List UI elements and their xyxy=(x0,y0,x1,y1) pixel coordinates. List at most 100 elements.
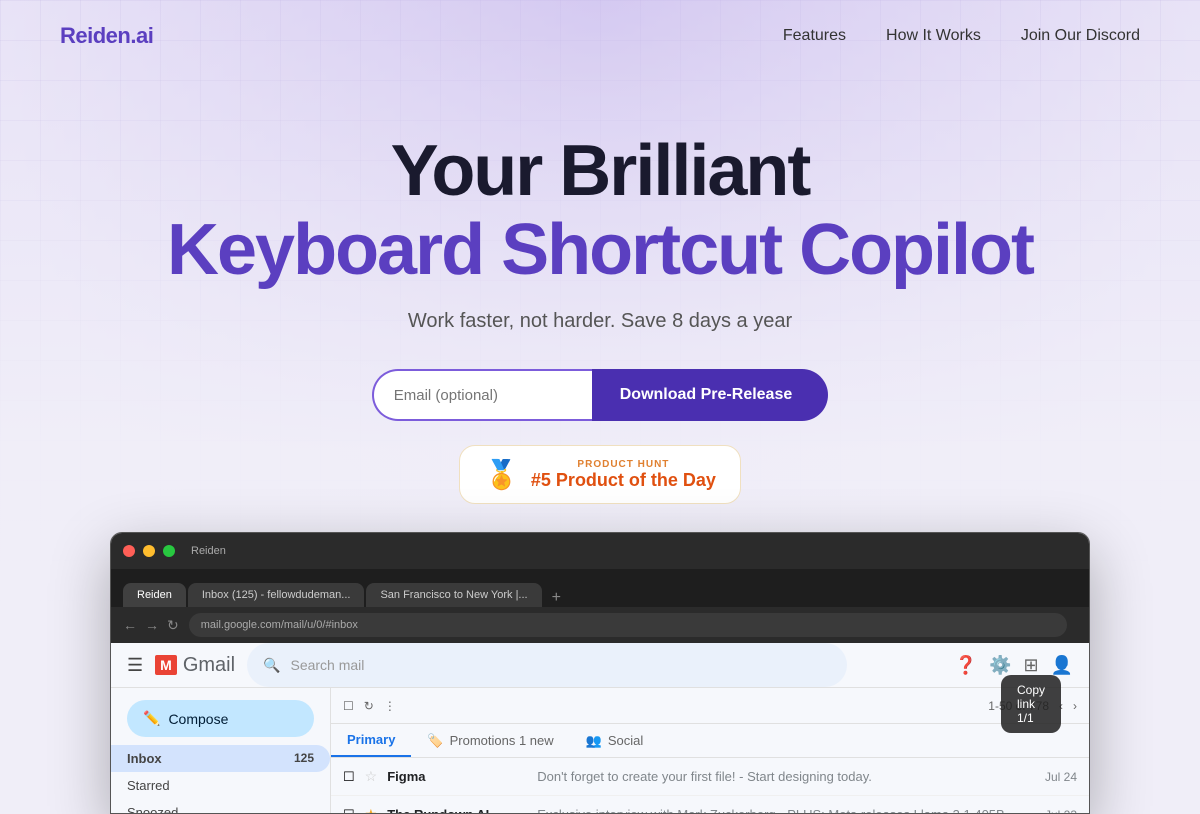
nav-link-discord[interactable]: Join Our Discord xyxy=(1021,27,1140,45)
tab-promotions-label: Promotions 1 new xyxy=(450,733,554,748)
ph-rank: #5 Product of the Day xyxy=(531,470,716,491)
window-maximize-dot[interactable] xyxy=(163,545,175,557)
tab-primary-label: Primary xyxy=(347,732,395,747)
starred-label: Starred xyxy=(127,778,170,793)
inbox-label: Inbox xyxy=(127,751,162,766)
checkbox-1[interactable]: ☐ xyxy=(343,807,355,814)
gmail-m-icon: M xyxy=(155,655,177,675)
back-arrow-icon[interactable]: ← xyxy=(123,617,137,634)
browser-tab-gmail[interactable]: Inbox (125) - fellowdudeman... xyxy=(188,583,365,607)
gmail-label: Gmail xyxy=(183,654,235,677)
email-preview-1: - PLUS: Meta releases Llama 3.1 405B xyxy=(779,807,1004,814)
gmail-logo: M Gmail xyxy=(155,654,235,677)
browser-tab-flights[interactable]: San Francisco to New York |... xyxy=(366,583,541,607)
tab-label-flights: San Francisco to New York |... xyxy=(380,589,527,601)
compose-button[interactable]: ✏️ Compose xyxy=(127,700,314,737)
hero-title-line1: Your Brilliant xyxy=(0,132,1200,211)
new-tab-button[interactable]: + xyxy=(544,589,569,607)
refresh-email-icon[interactable]: ↻ xyxy=(364,699,374,713)
more-options-icon[interactable]: ⋮ xyxy=(384,699,396,713)
email-subject-0: Don't forget to create your first file! … xyxy=(537,769,1035,784)
gmail-top-icons: ❓ ⚙️ ⊞ 👤 xyxy=(955,655,1073,676)
browser-app-name: Reiden xyxy=(191,545,226,557)
email-row-1[interactable]: ☐ ★ The Rundown AI Exclusive interview w… xyxy=(331,796,1089,814)
next-page-icon[interactable]: › xyxy=(1073,699,1077,713)
email-subject-1: Exclusive interview with Mark Zuckerberg… xyxy=(537,807,1035,814)
email-input[interactable] xyxy=(372,369,592,421)
copy-link-overlay: Copy link 1/1 xyxy=(1001,675,1061,733)
address-bar-input[interactable]: mail.google.com/mail/u/0/#inbox xyxy=(189,613,1067,637)
snoozed-label: Snoozed xyxy=(127,805,178,814)
screenshot-container: Reiden Reiden Inbox (125) - fellowdudema… xyxy=(0,532,1200,814)
product-hunt-badge-inner: 🏅 PRODUCT HUNT #5 Product of the Day xyxy=(459,445,741,504)
forward-arrow-icon[interactable]: → xyxy=(145,617,159,634)
window-close-dot[interactable] xyxy=(123,545,135,557)
browser-chrome-bar: Reiden xyxy=(111,533,1089,569)
cta-row: Download Pre-Release xyxy=(0,369,1200,421)
ph-text: PRODUCT HUNT #5 Product of the Day xyxy=(531,459,716,491)
help-icon[interactable]: ❓ xyxy=(955,655,977,676)
search-placeholder: Search mail xyxy=(290,657,364,673)
nav-links: Features How It Works Join Our Discord xyxy=(783,27,1140,45)
browser-address-bar: ← → ↻ mail.google.com/mail/u/0/#inbox Co… xyxy=(111,607,1089,643)
hero-subtitle: Work faster, not harder. Save 8 days a y… xyxy=(0,310,1200,333)
email-preview-0: - Start designing today. xyxy=(739,769,872,784)
gmail-body: ✏️ Compose Inbox 125 Starred Snoozed xyxy=(111,688,1089,814)
email-date-1: Jul 23 xyxy=(1045,808,1077,814)
navbar: Reiden.ai Features How It Works Join Our… xyxy=(0,0,1200,72)
gmail-top-bar: ☰ M Gmail 🔍 Search mail ❓ ⚙️ ⊞ 👤 xyxy=(111,643,1089,688)
gmail-category-tabs: Primary 🏷️ Promotions 1 new 👥 Social xyxy=(331,724,1089,758)
select-all-checkbox[interactable]: ☐ xyxy=(343,699,354,713)
nav-link-how-it-works[interactable]: How It Works xyxy=(886,27,981,45)
overlay-text: Copy link 1/1 xyxy=(1017,683,1045,725)
social-icon: 👥 xyxy=(586,733,602,749)
nav-link-features[interactable]: Features xyxy=(783,27,846,45)
email-subject-text-0: Don't forget to create your first file! xyxy=(537,769,735,784)
email-list-toolbar: ☐ ↻ ⋮ 1-50 of 778 ‹ › xyxy=(331,688,1089,724)
checkbox-0[interactable]: ☐ xyxy=(343,769,355,785)
medal-icon: 🏅 xyxy=(484,458,519,491)
address-text: mail.google.com/mail/u/0/#inbox xyxy=(201,619,358,631)
sidebar-item-inbox[interactable]: Inbox 125 xyxy=(111,745,330,772)
star-icon-1[interactable]: ★ xyxy=(365,806,378,814)
browser-nav-arrows: ← → ↻ xyxy=(123,617,179,634)
window-minimize-dot[interactable] xyxy=(143,545,155,557)
gmail-email-list: ☐ ↻ ⋮ 1-50 of 778 ‹ › Primary 🏷️ xyxy=(331,688,1089,814)
email-sender-1: The Rundown AI xyxy=(387,807,527,814)
email-date-0: Jul 24 xyxy=(1045,770,1077,784)
star-icon-0[interactable]: ☆ xyxy=(365,768,378,785)
search-icon: 🔍 xyxy=(263,657,280,674)
hero-section: Your Brilliant Keyboard Shortcut Copilot… xyxy=(0,72,1200,504)
tab-social-label: Social xyxy=(608,733,643,748)
tab-social[interactable]: 👥 Social xyxy=(570,724,660,757)
compose-pencil-icon: ✏️ xyxy=(143,710,160,727)
tab-primary[interactable]: Primary xyxy=(331,724,411,757)
tab-promotions[interactable]: 🏷️ Promotions 1 new xyxy=(411,724,569,757)
logo[interactable]: Reiden.ai xyxy=(60,23,153,49)
promotions-icon: 🏷️ xyxy=(427,733,443,749)
gmail-menu-icon[interactable]: ☰ xyxy=(127,655,143,676)
settings-icon[interactable]: ⚙️ xyxy=(989,655,1011,676)
sidebar-item-starred[interactable]: Starred xyxy=(111,772,330,799)
compose-label: Compose xyxy=(168,711,228,727)
hero-title-line2: Keyboard Shortcut Copilot xyxy=(0,211,1200,290)
inbox-count: 125 xyxy=(294,751,314,766)
gmail-sidebar: ✏️ Compose Inbox 125 Starred Snoozed xyxy=(111,688,331,814)
ph-label: PRODUCT HUNT xyxy=(531,459,716,470)
sidebar-item-snoozed[interactable]: Snoozed xyxy=(111,799,330,814)
download-button[interactable]: Download Pre-Release xyxy=(592,369,829,421)
email-row-0[interactable]: ☐ ☆ Figma Don't forget to create your fi… xyxy=(331,758,1089,796)
refresh-icon[interactable]: ↻ xyxy=(167,617,179,634)
gmail-search-bar[interactable]: 🔍 Search mail xyxy=(247,643,847,687)
email-subject-text-1: Exclusive interview with Mark Zuckerberg xyxy=(537,807,775,814)
avatar-icon[interactable]: 👤 xyxy=(1051,655,1073,676)
email-sender-0: Figma xyxy=(387,769,527,784)
tab-label-reiden: Reiden xyxy=(137,589,172,601)
browser-tab-reiden[interactable]: Reiden xyxy=(123,583,186,607)
product-hunt-badge[interactable]: 🏅 PRODUCT HUNT #5 Product of the Day xyxy=(0,445,1200,504)
browser-tabs-bar: Reiden Inbox (125) - fellowdudeman... Sa… xyxy=(111,569,1089,607)
tab-label-gmail: Inbox (125) - fellowdudeman... xyxy=(202,589,351,601)
browser-mockup: Reiden Reiden Inbox (125) - fellowdudema… xyxy=(110,532,1090,814)
gmail-content: ☰ M Gmail 🔍 Search mail ❓ ⚙️ ⊞ 👤 xyxy=(111,643,1089,813)
apps-icon[interactable]: ⊞ xyxy=(1023,655,1038,676)
